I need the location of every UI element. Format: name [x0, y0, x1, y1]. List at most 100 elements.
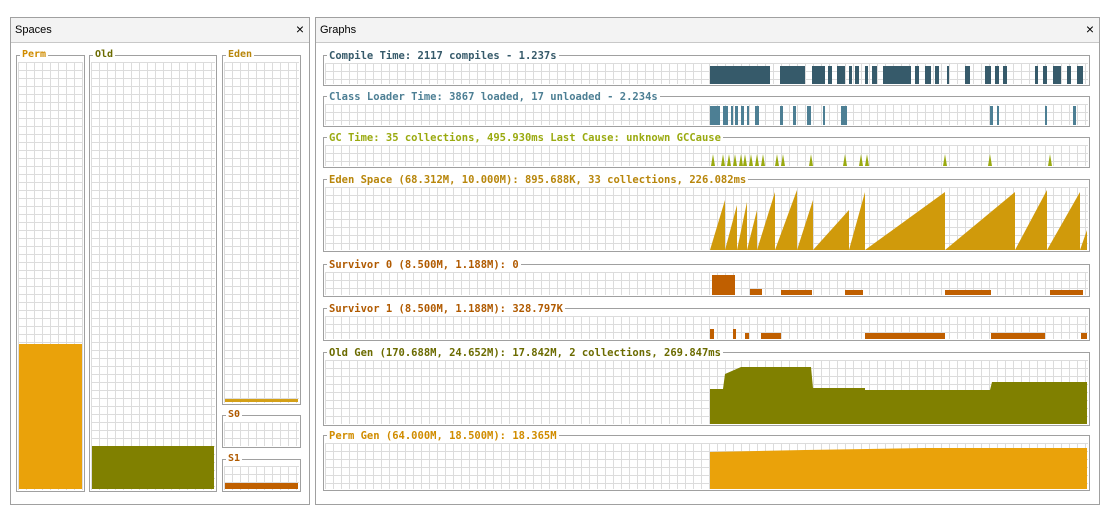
oldgen-mark [710, 367, 1087, 424]
classloader-mark [841, 106, 847, 125]
compile-mark [985, 66, 991, 84]
graph-gc: GC Time: 35 collections, 495.930ms Last … [323, 131, 1090, 168]
classloader-mark [755, 106, 759, 125]
space-s0: S0 [222, 408, 301, 448]
space-perm-label: Perm [20, 48, 49, 62]
compile-mark [865, 66, 868, 84]
gc-mark [809, 154, 813, 166]
spaces-panel-title: Spaces [15, 24, 52, 36]
close-icon[interactable]: × [1086, 21, 1094, 37]
space-s0-label: S0 [226, 408, 243, 422]
compile-mark [1067, 66, 1071, 84]
survivor1-mark [733, 329, 736, 339]
gc-mark [739, 154, 743, 166]
compile-mark [1053, 66, 1061, 84]
compile-mark [849, 66, 852, 84]
space-eden-fill [225, 399, 298, 402]
compile-mark [965, 66, 970, 84]
survivor1-mark [865, 333, 945, 339]
classloader-mark [1045, 106, 1047, 125]
graphs-panel: Graphs × Compile Time: 2117 compiles - 1… [315, 17, 1100, 505]
compile-mark [812, 66, 825, 84]
graph-classloader-plot [710, 106, 1076, 125]
gc-mark [749, 154, 753, 166]
space-old: Old [89, 48, 217, 492]
classloader-mark [1073, 106, 1076, 125]
graph-classloader: Class Loader Time: 3867 loaded, 17 unloa… [323, 90, 1090, 127]
gc-mark [721, 154, 725, 166]
space-eden-label: Eden [226, 48, 255, 62]
eden-mark [865, 192, 945, 250]
compile-mark [947, 66, 949, 84]
graph-permgen-plot [710, 448, 1087, 489]
eden-mark [813, 210, 849, 250]
graph-eden-plot [710, 190, 1087, 250]
compile-mark [925, 66, 931, 84]
survivor0-mark [712, 275, 735, 295]
gc-mark [843, 154, 847, 166]
compile-mark [1043, 66, 1047, 84]
eden-mark [737, 202, 747, 250]
space-perm: Perm [16, 48, 85, 492]
compile-mark [837, 66, 845, 84]
eden-mark [710, 200, 725, 250]
eden-mark [945, 192, 1015, 250]
eden-mark [725, 205, 737, 250]
survivor0-mark [750, 289, 762, 295]
spaces-panel: Spaces × Perm Old Eden S0 S1 [10, 17, 310, 505]
graph-survivor0: Survivor 0 (8.500M, 1.188M): 0 [323, 258, 1090, 297]
graph-survivor0-label: Survivor 0 (8.500M, 1.188M): 0 [327, 258, 521, 272]
survivor0-mark [945, 290, 991, 295]
survivor1-mark [745, 333, 749, 339]
classloader-mark [723, 106, 728, 125]
eden-mark [849, 192, 865, 250]
eden-mark [1015, 190, 1047, 250]
spaces-panel-header: Spaces × [11, 18, 309, 43]
close-icon[interactable]: × [296, 21, 304, 37]
eden-mark [1080, 230, 1087, 250]
space-s1: S1 [222, 452, 301, 492]
compile-mark [710, 66, 770, 84]
classloader-mark [780, 106, 783, 125]
compile-mark [915, 66, 919, 84]
gc-mark [711, 154, 715, 166]
space-eden: Eden [222, 48, 301, 405]
space-old-label: Old [93, 48, 116, 62]
compile-mark [872, 66, 877, 84]
graph-oldgen-plot [710, 367, 1087, 424]
gc-mark [781, 154, 785, 166]
classloader-mark [793, 106, 796, 125]
survivor0-mark [781, 290, 812, 295]
classloader-mark [741, 106, 744, 125]
classloader-mark [997, 106, 999, 125]
graph-gc-plot [711, 154, 1052, 166]
graph-survivor1-label: Survivor 1 (8.500M, 1.188M): 328.797K [327, 302, 565, 316]
compile-mark [995, 66, 999, 84]
graph-eden: Eden Space (68.312M, 10.000M): 895.688K,… [323, 173, 1090, 252]
compile-mark [828, 66, 832, 84]
gc-mark [775, 154, 779, 166]
gc-mark [727, 154, 731, 166]
graph-oldgen-label: Old Gen (170.688M, 24.652M): 17.842M, 2 … [327, 346, 723, 360]
compile-mark [1035, 66, 1038, 84]
classloader-mark [990, 106, 993, 125]
space-s0-grid [224, 422, 299, 446]
space-eden-grid [224, 62, 299, 403]
survivor1-mark [991, 333, 1045, 339]
compile-mark [780, 66, 805, 84]
gc-mark [1048, 154, 1052, 166]
survivor1-mark [710, 329, 714, 339]
classloader-mark [731, 106, 733, 125]
classloader-mark [710, 106, 720, 125]
graphs-panel-title: Graphs [320, 24, 357, 36]
space-old-fill [92, 446, 214, 489]
eden-mark [757, 192, 775, 250]
space-perm-fill [19, 344, 82, 489]
compile-mark [883, 66, 911, 84]
eden-mark [747, 210, 757, 250]
classloader-mark [735, 106, 738, 125]
classloader-mark [807, 106, 811, 125]
compile-mark [855, 66, 859, 84]
compile-mark [935, 66, 939, 84]
graph-survivor1: Survivor 1 (8.500M, 1.188M): 328.797K [323, 302, 1090, 341]
